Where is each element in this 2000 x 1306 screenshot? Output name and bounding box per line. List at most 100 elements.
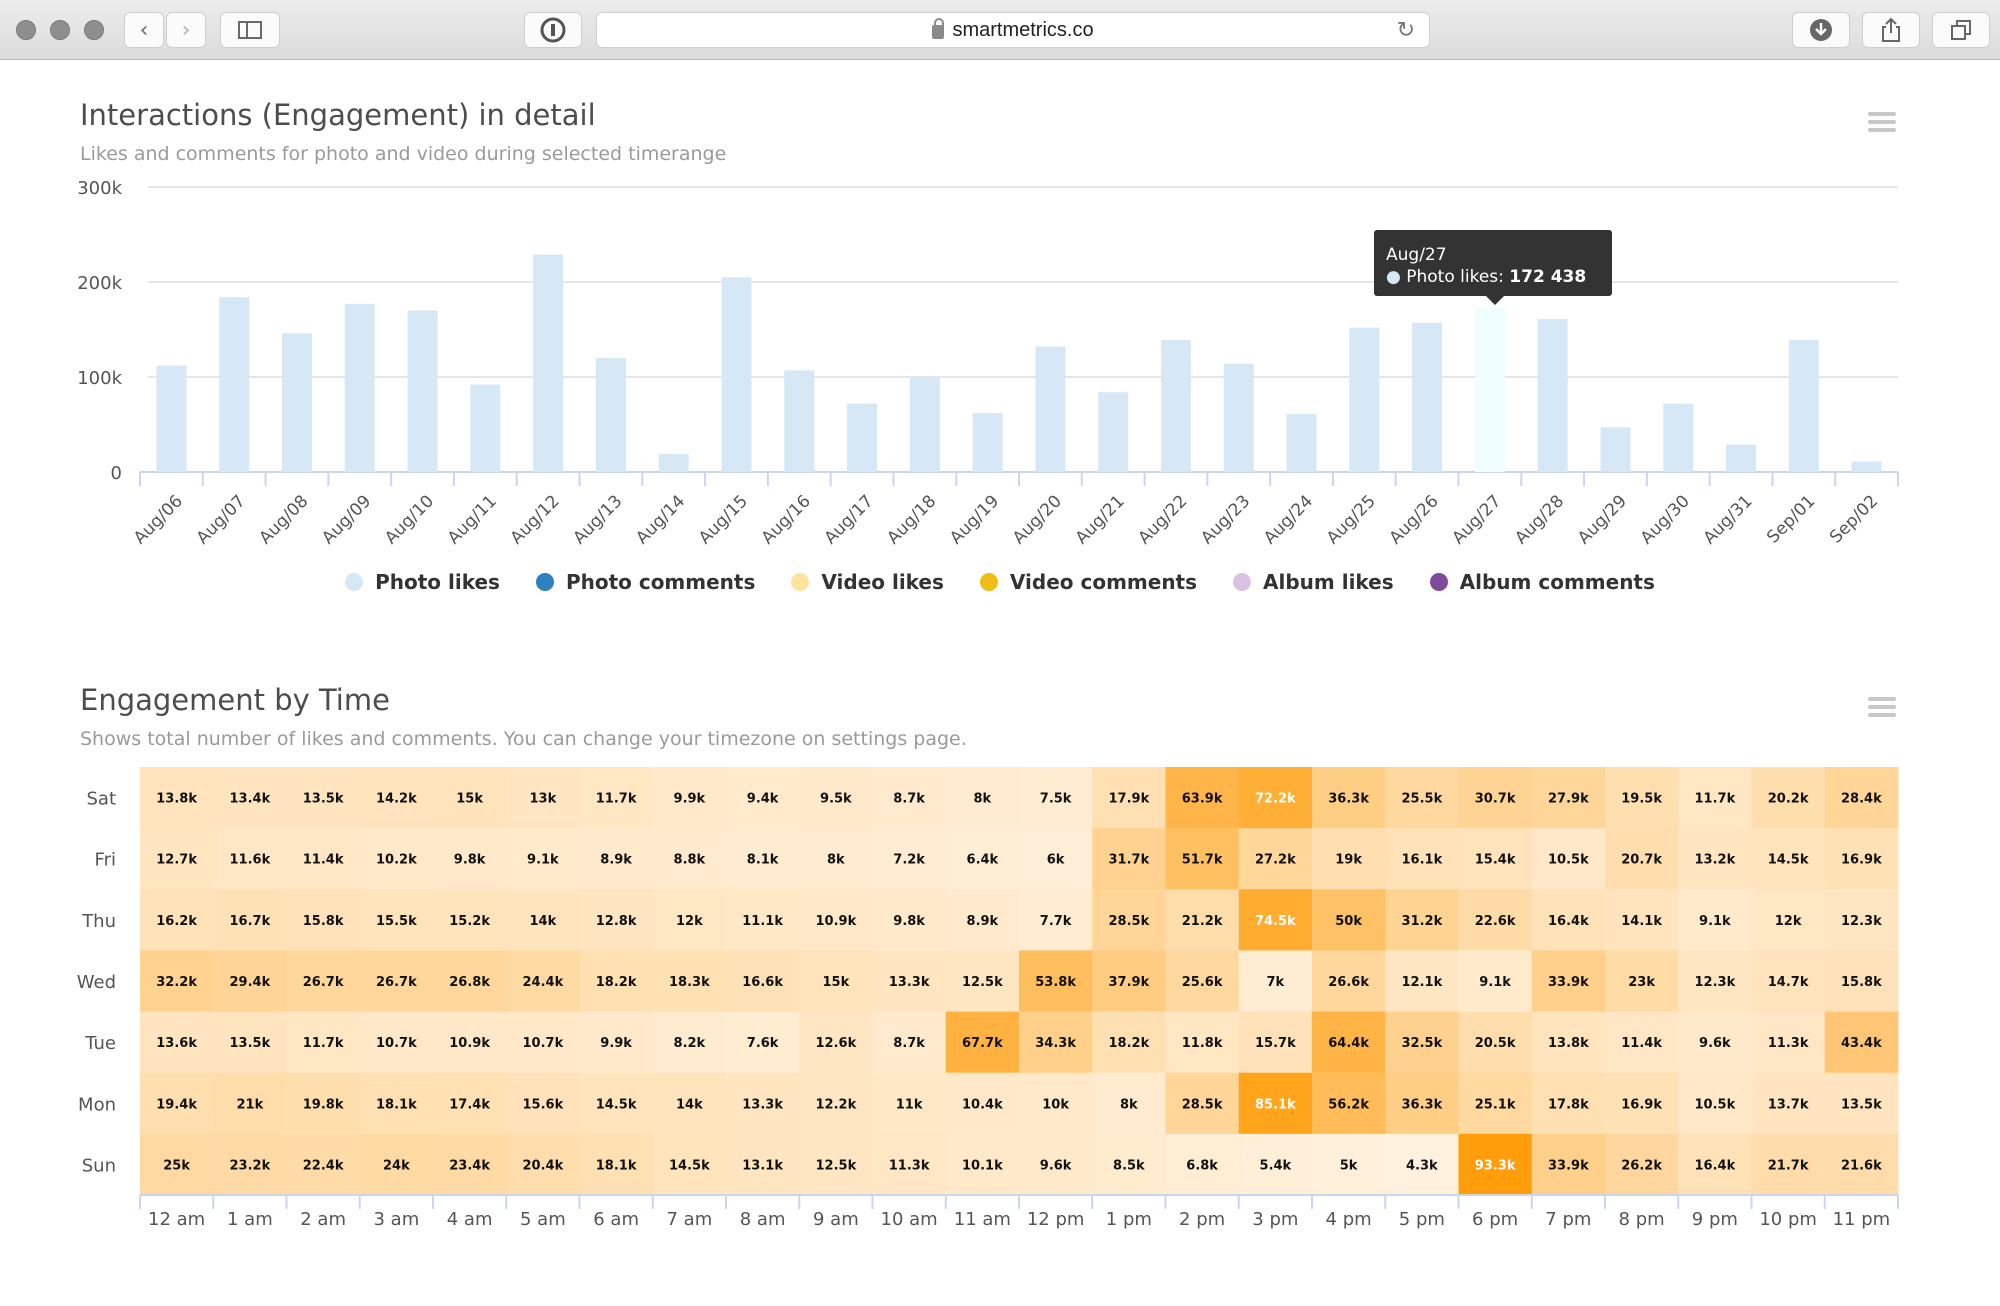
cell-label: 63.9k	[1182, 792, 1223, 807]
cell-label: 14.2k	[376, 792, 417, 807]
heatmap-cell	[213, 889, 287, 951]
heatmap-cell	[1385, 1011, 1459, 1074]
legend-dot-icon	[1233, 573, 1252, 591]
x-tick-label: Aug/18	[883, 491, 940, 548]
x-tick-label: 6 am	[593, 1209, 639, 1230]
heatmap-cell	[1458, 950, 1533, 1013]
cell-label: 31.2k	[1402, 914, 1443, 929]
cell-label: 25.1k	[1475, 1097, 1516, 1112]
cell-label: 12k	[676, 914, 703, 929]
cell-label: 16.4k	[1548, 914, 1589, 929]
legend-item-album-comments[interactable]: Album comments	[1429, 570, 1655, 594]
legend-label: Photo likes	[375, 570, 500, 594]
tooltip-line: ● Photo likes: 172 438	[1386, 266, 1600, 288]
legend-item-video-comments[interactable]: Video comments	[979, 570, 1198, 594]
x-tick-label: 10 pm	[1759, 1209, 1817, 1230]
legend-dot-icon	[791, 573, 810, 591]
cell-label: 13.4k	[230, 792, 271, 807]
x-tick-label: 9 am	[813, 1209, 859, 1230]
bar-Aug-15	[721, 277, 752, 472]
heatmap-cell	[286, 950, 361, 1013]
heatmap-cell	[140, 889, 214, 951]
cell-label: 19.8k	[303, 1097, 344, 1112]
heatmap-cell	[1238, 889, 1313, 951]
heatmap-cell	[433, 1011, 507, 1074]
heatmap-cell	[140, 1133, 214, 1196]
cell-label: 13.1k	[742, 1158, 783, 1173]
cell-label: 21.2k	[1182, 914, 1223, 929]
heatmap-cell	[726, 950, 800, 1013]
heatmap-cell	[1824, 950, 1899, 1013]
x-tick-label: Aug/24	[1260, 491, 1317, 548]
legend-label: Video comments	[1009, 570, 1198, 594]
heatmap-cell	[1385, 828, 1459, 890]
heatmap-cell	[1092, 1011, 1166, 1074]
x-tick-label: 12 am	[148, 1209, 205, 1230]
heatmap-cell	[945, 889, 1020, 951]
heatmap-cell	[1312, 828, 1386, 890]
heatmap-cell	[213, 767, 287, 829]
heatmap-cell	[1824, 1072, 1899, 1135]
cell-label: 16.9k	[1621, 1097, 1662, 1112]
cell-label: 7.5k	[1040, 792, 1072, 807]
cell-label: 14k	[530, 914, 557, 929]
heatmap-cell	[506, 767, 580, 829]
heatmap-cell	[726, 828, 800, 890]
legend-item-album-likes[interactable]: Album likes	[1233, 570, 1394, 594]
cell-label: 9.4k	[747, 792, 779, 807]
heatmap-cell	[1458, 1011, 1533, 1074]
bar-Aug-06	[156, 365, 187, 472]
heatmap-cell	[872, 828, 947, 890]
cell-label: 10.7k	[376, 1036, 417, 1051]
heatmap-cell	[1458, 1072, 1533, 1135]
cell-label: 13.8k	[1548, 1036, 1589, 1051]
x-tick-label: Aug/08	[256, 491, 313, 548]
cell-label: 10.7k	[523, 1036, 564, 1051]
legend-item-video-likes[interactable]: Video likes	[791, 570, 944, 594]
heatmap-cell	[506, 950, 580, 1013]
heatmap-cell	[1238, 767, 1313, 829]
legend-dot-icon	[535, 573, 554, 591]
y-label-tue: Tue	[84, 1033, 116, 1054]
heatmap-cell	[579, 1011, 654, 1074]
x-tick-label: 2 am	[300, 1209, 346, 1230]
cell-label: 6.8k	[1186, 1158, 1218, 1173]
cell-label: 20.4k	[523, 1158, 564, 1173]
heatmap-cell	[579, 767, 654, 829]
heatmap-cell	[1092, 950, 1166, 1013]
heatmap-cell	[1165, 1011, 1240, 1074]
heatmap-cell	[945, 1133, 1020, 1196]
x-tick-label: 3 pm	[1252, 1209, 1298, 1230]
heatmap-cell	[1385, 1072, 1459, 1135]
cell-label: 23.4k	[449, 1158, 490, 1173]
bar-Aug-29	[1600, 427, 1631, 472]
y-label-sun: Sun	[82, 1155, 116, 1176]
heatmap-cell	[872, 1011, 947, 1074]
cell-label: 32.2k	[156, 975, 197, 990]
legend-dot-icon	[1429, 573, 1448, 591]
cell-label: 7k	[1267, 975, 1285, 990]
cell-label: 11.7k	[1695, 792, 1736, 807]
cell-label: 14.5k	[669, 1158, 710, 1173]
heatmap-cell	[359, 767, 434, 829]
heatmap-cell	[1751, 1011, 1826, 1074]
chart2-menu-button[interactable]	[1868, 697, 1896, 719]
legend-item-photo-comments[interactable]: Photo comments	[535, 570, 755, 594]
cell-label: 8k	[974, 792, 992, 807]
heatmap-cell	[1605, 889, 1679, 951]
heatmap-cell	[1312, 950, 1386, 1013]
cell-label: 25.6k	[1182, 975, 1223, 990]
cell-label: 29.4k	[230, 975, 271, 990]
legend-item-photo-likes[interactable]: Photo likes	[345, 570, 500, 594]
bar-Aug-21	[1098, 392, 1129, 472]
cell-label: 17.8k	[1548, 1097, 1589, 1112]
cell-label: 6k	[1047, 853, 1065, 868]
heatmap-cell	[213, 1133, 287, 1196]
cell-label: 8.1k	[747, 853, 779, 868]
bar-Aug-14	[658, 453, 689, 472]
cell-label: 8.7k	[893, 1036, 925, 1051]
heatmap-cell	[1824, 1133, 1899, 1196]
x-tick-label: 11 am	[954, 1209, 1011, 1230]
heatmap-cell	[1165, 767, 1240, 829]
y-tick-label: 0	[111, 463, 122, 484]
